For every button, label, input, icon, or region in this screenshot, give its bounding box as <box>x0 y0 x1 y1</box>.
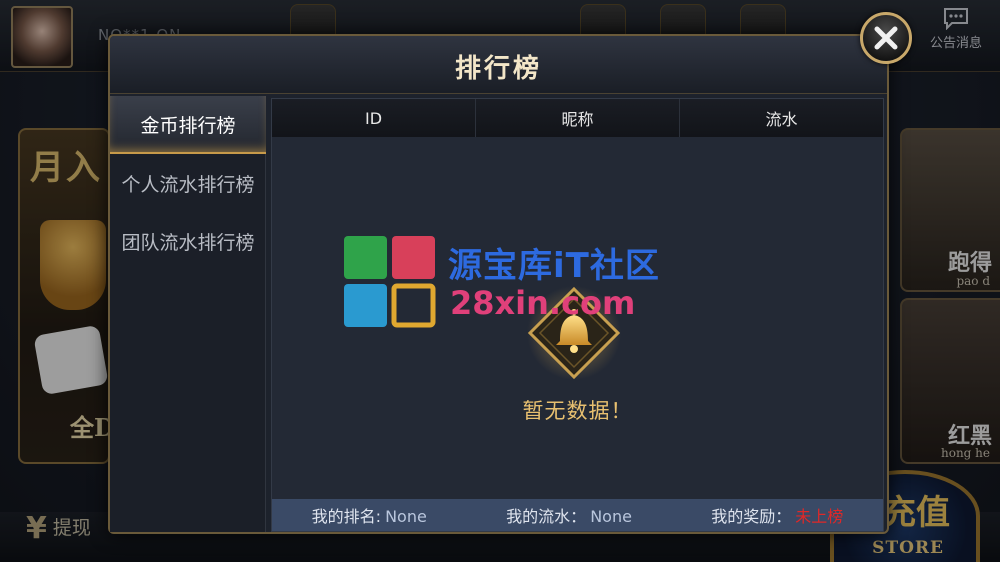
table-header: ID 昵称 流水 <box>272 99 883 137</box>
my-flow-value: None <box>590 507 632 526</box>
watermark-text: 源宝库iT社区 <box>448 246 660 286</box>
my-rank-label: 我的排名: <box>311 507 382 526</box>
my-reward-label: 我的奖励： <box>711 507 792 526</box>
column-header-nickname: 昵称 <box>476 99 680 137</box>
column-header-flow: 流水 <box>765 110 798 129</box>
my-flow-label: 我的流水： <box>506 507 587 526</box>
watermark-url: 28xin.com <box>450 284 636 322</box>
leaderboard-sidebar: 金币排行榜 个人流水排行榜 团队流水排行榜 <box>110 96 266 532</box>
my-rank-value: None <box>385 507 427 526</box>
tab-team-flow-ranking[interactable]: 团队流水排行榜 <box>110 212 266 270</box>
close-icon <box>874 26 898 50</box>
my-rank: 我的排名: None <box>312 503 427 527</box>
modal-header: 排行榜 <box>110 36 887 94</box>
my-reward-value: 未上榜 <box>795 507 844 526</box>
my-reward: 我的奖励： 未上榜 <box>711 503 843 527</box>
my-flow: 我的流水： None <box>506 503 632 527</box>
tab-personal-flow-ranking[interactable]: 个人流水排行榜 <box>110 154 266 212</box>
modal-title: 排行榜 <box>454 54 542 84</box>
watermark-logo-icon <box>344 236 436 328</box>
tab-gold-ranking[interactable]: 金币排行榜 <box>110 96 266 154</box>
close-button[interactable] <box>860 12 912 64</box>
column-header-id: ID <box>272 99 476 137</box>
my-ranking-bar: 我的排名: None 我的流水： None 我的奖励： 未上榜 <box>272 499 883 531</box>
empty-state-text: 暂无数据！ <box>522 399 633 423</box>
